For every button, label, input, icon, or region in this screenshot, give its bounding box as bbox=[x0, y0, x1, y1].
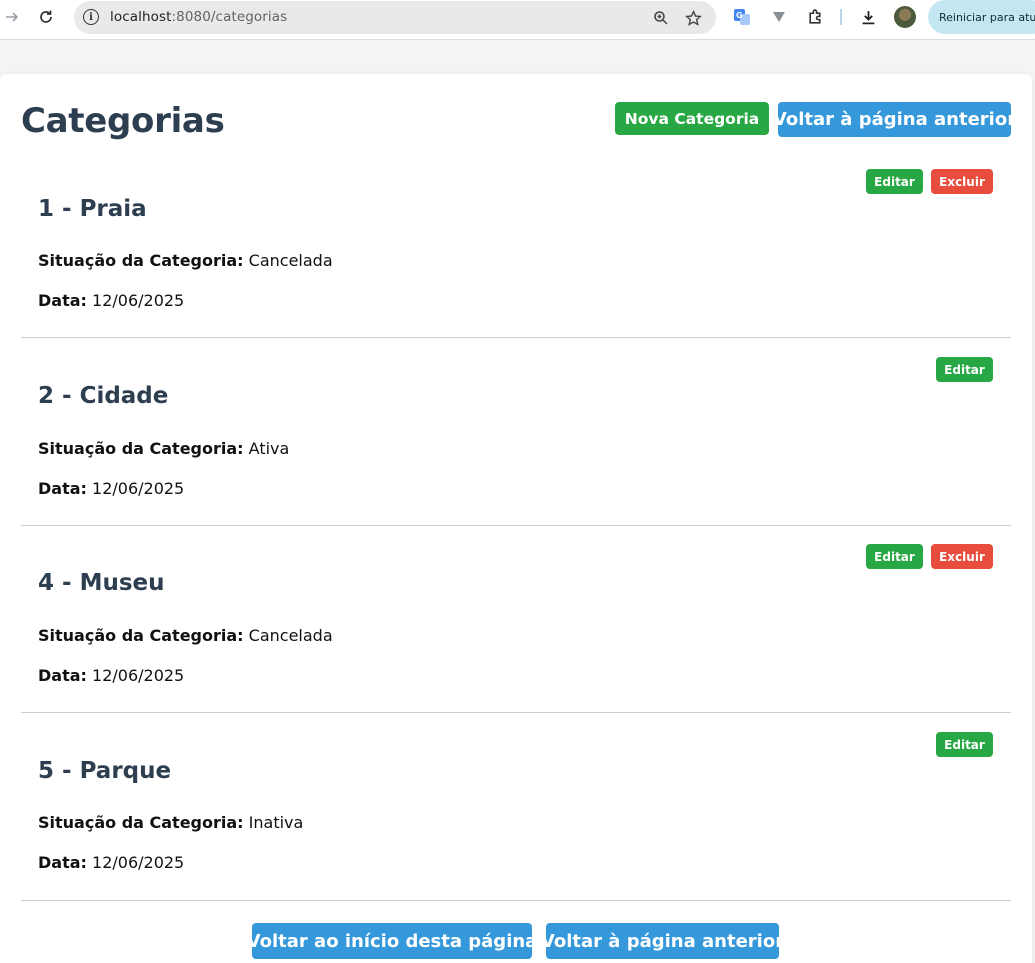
date-label: Data: bbox=[38, 479, 87, 498]
edit-button[interactable]: Editar bbox=[936, 357, 993, 382]
page-title: Categorias bbox=[21, 101, 225, 141]
date-value: 12/06/2025 bbox=[92, 291, 185, 310]
toolbar-divider bbox=[840, 9, 842, 25]
url-text: localhost:8080/categorias bbox=[110, 9, 288, 25]
status-value: Ativa bbox=[248, 439, 290, 458]
category-title: 5 - Parque bbox=[38, 758, 172, 784]
category-title: 4 - Museu bbox=[38, 570, 165, 596]
edit-button[interactable]: Editar bbox=[866, 544, 923, 569]
category-title: 1 - Praia bbox=[38, 196, 147, 222]
restart-update-button[interactable]: Reiniciar para atualizar bbox=[928, 0, 1035, 34]
site-info-icon[interactable]: i bbox=[83, 9, 99, 25]
status-label: Situação da Categoria: bbox=[38, 626, 244, 645]
category-item: 5 - Parque Situação da Categoria: Inativ… bbox=[21, 713, 1011, 901]
category-status: Situação da Categoria: Inativa bbox=[38, 813, 303, 832]
download-icon[interactable] bbox=[858, 7, 878, 27]
category-title: 2 - Cidade bbox=[38, 383, 169, 409]
date-value: 12/06/2025 bbox=[92, 666, 185, 685]
category-item: 1 - Praia Situação da Categoria: Cancela… bbox=[21, 150, 1011, 338]
category-item: 4 - Museu Situação da Categoria: Cancela… bbox=[21, 525, 1011, 713]
category-status: Situação da Categoria: Cancelada bbox=[38, 251, 333, 270]
extension-v-icon[interactable] bbox=[769, 7, 789, 27]
date-label: Data: bbox=[38, 666, 87, 685]
category-date: Data: 12/06/2025 bbox=[38, 853, 184, 872]
category-date: Data: 12/06/2025 bbox=[38, 479, 184, 498]
category-status: Situação da Categoria: Cancelada bbox=[38, 626, 333, 645]
date-label: Data: bbox=[38, 853, 87, 872]
status-label: Situação da Categoria: bbox=[38, 439, 244, 458]
edit-button[interactable]: Editar bbox=[936, 732, 993, 757]
category-date: Data: 12/06/2025 bbox=[38, 291, 184, 310]
date-value: 12/06/2025 bbox=[92, 853, 185, 872]
profile-avatar[interactable] bbox=[894, 6, 916, 28]
translate-icon[interactable]: G bbox=[732, 7, 752, 27]
categories-card: Categorias Nova Categoria Voltar à págin… bbox=[0, 74, 1032, 963]
category-item: 2 - Cidade Situação da Categoria: Ativa … bbox=[21, 338, 1011, 526]
bookmark-star-icon[interactable] bbox=[683, 8, 703, 28]
category-status: Situação da Categoria: Ativa bbox=[38, 439, 289, 458]
status-value: Cancelada bbox=[248, 626, 333, 645]
back-button-top[interactable]: Voltar à página anterior bbox=[773, 102, 1016, 137]
back-button-bottom[interactable]: Voltar à página anterior bbox=[541, 923, 784, 959]
svg-text:G: G bbox=[736, 11, 743, 20]
edit-button[interactable]: Editar bbox=[866, 169, 923, 194]
extensions-puzzle-icon[interactable] bbox=[805, 7, 825, 27]
browser-toolbar: i localhost:8080/categorias G Reiniciar … bbox=[0, 0, 1035, 40]
delete-button[interactable]: Excluir bbox=[931, 169, 993, 194]
date-label: Data: bbox=[38, 291, 87, 310]
forward-arrow-icon[interactable] bbox=[2, 7, 22, 27]
reload-icon[interactable] bbox=[36, 7, 56, 27]
status-label: Situação da Categoria: bbox=[38, 813, 244, 832]
date-value: 12/06/2025 bbox=[92, 479, 185, 498]
back-to-top-button[interactable]: Voltar ao início desta página bbox=[247, 923, 537, 959]
category-date: Data: 12/06/2025 bbox=[38, 666, 184, 685]
status-value: Inativa bbox=[248, 813, 304, 832]
status-label: Situação da Categoria: bbox=[38, 251, 244, 270]
delete-button[interactable]: Excluir bbox=[931, 544, 993, 569]
status-value: Cancelada bbox=[248, 251, 333, 270]
zoom-icon[interactable] bbox=[652, 9, 670, 27]
new-category-button[interactable]: Nova Categoria bbox=[615, 102, 769, 135]
address-bar[interactable]: i localhost:8080/categorias bbox=[74, 1, 716, 34]
